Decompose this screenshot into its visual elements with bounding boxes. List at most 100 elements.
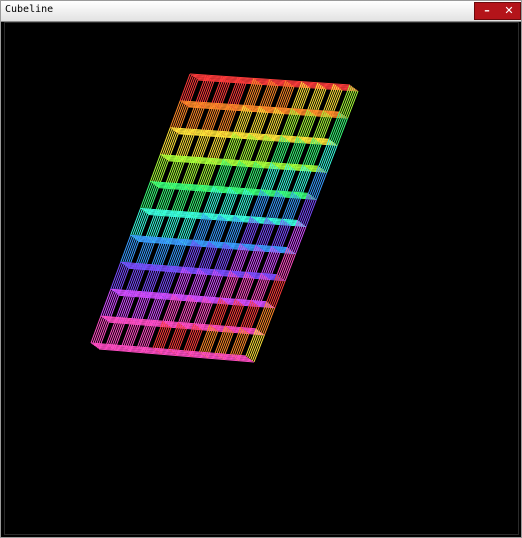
mesh-column-line: [188, 104, 200, 132]
mesh-column-line: [150, 213, 162, 241]
mesh-column-line: [239, 192, 251, 220]
mesh-column-line: [167, 297, 179, 325]
mesh-column-line: [175, 269, 187, 297]
mesh-column-line: [192, 188, 204, 216]
mesh-column-line: [143, 183, 155, 212]
mesh-column-line: [136, 295, 148, 323]
mesh-column-line: [172, 242, 183, 270]
mesh-column-line: [275, 139, 287, 167]
mesh-column-line: [204, 105, 216, 133]
mesh-column-line: [100, 289, 112, 317]
mesh-column-line: [90, 315, 102, 344]
mesh-column-line: [120, 293, 132, 322]
mesh-column-line: [262, 81, 274, 110]
wireframe-surface: [90, 73, 359, 363]
mesh-column-line: [141, 323, 153, 351]
mesh-column-line: [121, 236, 133, 264]
mesh-column-line: [247, 163, 260, 192]
mesh-column-line: [180, 132, 192, 160]
mesh-column-line: [254, 109, 266, 138]
mesh-column-line: [190, 105, 202, 133]
mesh-column-line: [140, 240, 152, 268]
mesh-column-line: [220, 106, 232, 134]
mesh-column-line: [174, 104, 186, 132]
mesh-column-line: [131, 209, 143, 237]
mesh-column-line: [154, 240, 166, 268]
mesh-column-line: [210, 133, 222, 161]
mesh-column-line: [188, 327, 200, 355]
mesh-column-line: [126, 322, 138, 350]
mesh-column-line: [157, 324, 169, 352]
mesh-column-line: [296, 85, 308, 113]
mesh-column-line: [133, 210, 145, 238]
mesh-column-line: [196, 299, 209, 327]
mesh-column-line: [151, 296, 163, 324]
mesh-column-line: [268, 109, 280, 138]
mesh-column-line: [218, 246, 231, 274]
mesh-column-line: [200, 160, 212, 188]
mesh-column-line: [269, 111, 282, 139]
mesh-column-line: [177, 270, 189, 298]
mesh-column-line: [238, 108, 250, 137]
mesh-column-line: [237, 190, 249, 219]
mesh-column-line: [186, 326, 198, 354]
mesh-column-line: [125, 238, 136, 267]
title-bar[interactable]: Cubeline – ✕: [1, 1, 521, 22]
mesh-column-line: [149, 154, 161, 182]
render-canvas[interactable]: [4, 22, 519, 535]
mesh-column-line: [217, 162, 229, 191]
mesh-column-line: [171, 101, 183, 130]
mesh-column-line: [230, 79, 242, 107]
mesh-column-line: [165, 296, 177, 324]
mesh-column-line: [113, 264, 125, 292]
mesh-column-line: [198, 77, 210, 105]
mesh-column-line: [278, 82, 290, 111]
mesh-column-line: [134, 293, 146, 322]
mesh-column-line: [155, 323, 167, 351]
mesh-column-line: [130, 266, 142, 295]
minimize-button[interactable]: –: [476, 3, 498, 19]
mesh-column-line: [153, 156, 164, 185]
mesh-column-line: [109, 319, 121, 347]
mesh-column-line: [172, 103, 184, 131]
mesh-column-line: [184, 159, 196, 187]
mesh-column-line: [124, 320, 136, 349]
mesh-column-line: [248, 81, 260, 110]
mesh-column-line: [264, 82, 276, 111]
mesh-column-line: [111, 263, 123, 291]
mesh-column-line: [166, 214, 178, 242]
mesh-column-line: [227, 217, 239, 246]
mesh-column-line: [146, 268, 158, 296]
mesh-column-line: [198, 300, 210, 328]
mesh-column-line: [172, 325, 184, 354]
mesh-column-line: [151, 155, 163, 183]
mesh-column-line: [119, 292, 131, 320]
mesh-column-line: [123, 237, 135, 265]
mesh-column-line: [181, 297, 193, 326]
mesh-column-line: [226, 134, 238, 162]
mesh-column-line: [168, 158, 180, 186]
mesh-column-line: [134, 211, 146, 240]
mesh-column-line: [191, 270, 203, 299]
mesh-column-line: [102, 290, 113, 318]
mesh-column-line: [186, 242, 198, 270]
mesh-column-line: [129, 265, 141, 294]
mesh-column-line: [197, 216, 209, 245]
mesh-column-line: [103, 291, 115, 319]
mesh-column-line: [206, 188, 218, 216]
mesh-column-line: [139, 238, 150, 267]
mesh-column-line: [213, 217, 225, 246]
mesh-column-line: [207, 189, 219, 218]
window-controls: – ✕: [474, 2, 521, 20]
mesh-column-line: [161, 269, 173, 297]
mesh-column-line: [92, 317, 103, 345]
mesh-column-line: [154, 158, 166, 186]
mesh-column-line: [206, 106, 218, 134]
mesh-column-line: [194, 132, 206, 160]
mesh-column-line: [255, 193, 267, 221]
mesh-column-line: [158, 185, 170, 213]
mesh-column-line: [233, 163, 245, 192]
mesh-column-line: [161, 128, 173, 157]
mesh-column-line: [174, 186, 186, 214]
close-button[interactable]: ✕: [498, 3, 520, 19]
